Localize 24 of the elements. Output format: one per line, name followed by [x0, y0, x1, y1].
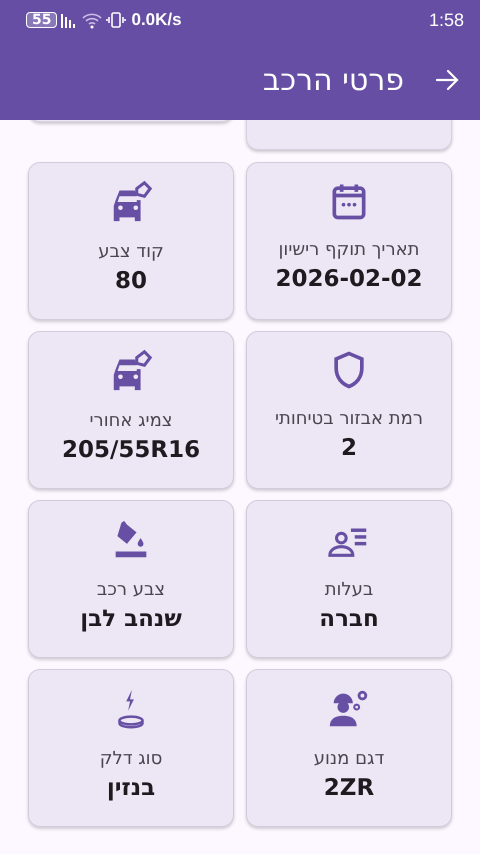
wifi-icon: [81, 11, 104, 29]
screen-title: פרטי הרכב: [262, 62, 404, 98]
vibrate-icon: [106, 11, 126, 29]
field-value: 2026-02-02: [275, 266, 423, 292]
field-value: 80: [115, 268, 148, 294]
field-value: 205/55R16: [62, 437, 200, 463]
field-label: צמיג אחורי: [90, 410, 172, 431]
field-label: רמת אבזור בטיחותי: [274, 408, 424, 429]
field-value: 2ZR: [324, 775, 374, 801]
arrow-icon: [434, 67, 460, 93]
battery-level: 55: [26, 12, 58, 28]
back-button[interactable]: [434, 67, 460, 93]
field-value: 2: [341, 435, 358, 461]
field-label: צבע רכב: [96, 579, 166, 600]
field-value: חברה: [319, 606, 379, 632]
field-label: קוד צבע: [98, 241, 164, 262]
field-value: שנהב לבן: [80, 606, 182, 632]
field-label: סוג דלק: [100, 748, 162, 769]
field-label: דגם מנוע: [314, 748, 384, 769]
field-label: תאריך תוקף רישיון: [278, 239, 420, 260]
field-label: בעלות: [324, 579, 374, 600]
network-speed: 0.0K/s: [131, 10, 182, 30]
clock: 1:58: [428, 10, 464, 30]
field-value: בנזין: [106, 775, 156, 801]
